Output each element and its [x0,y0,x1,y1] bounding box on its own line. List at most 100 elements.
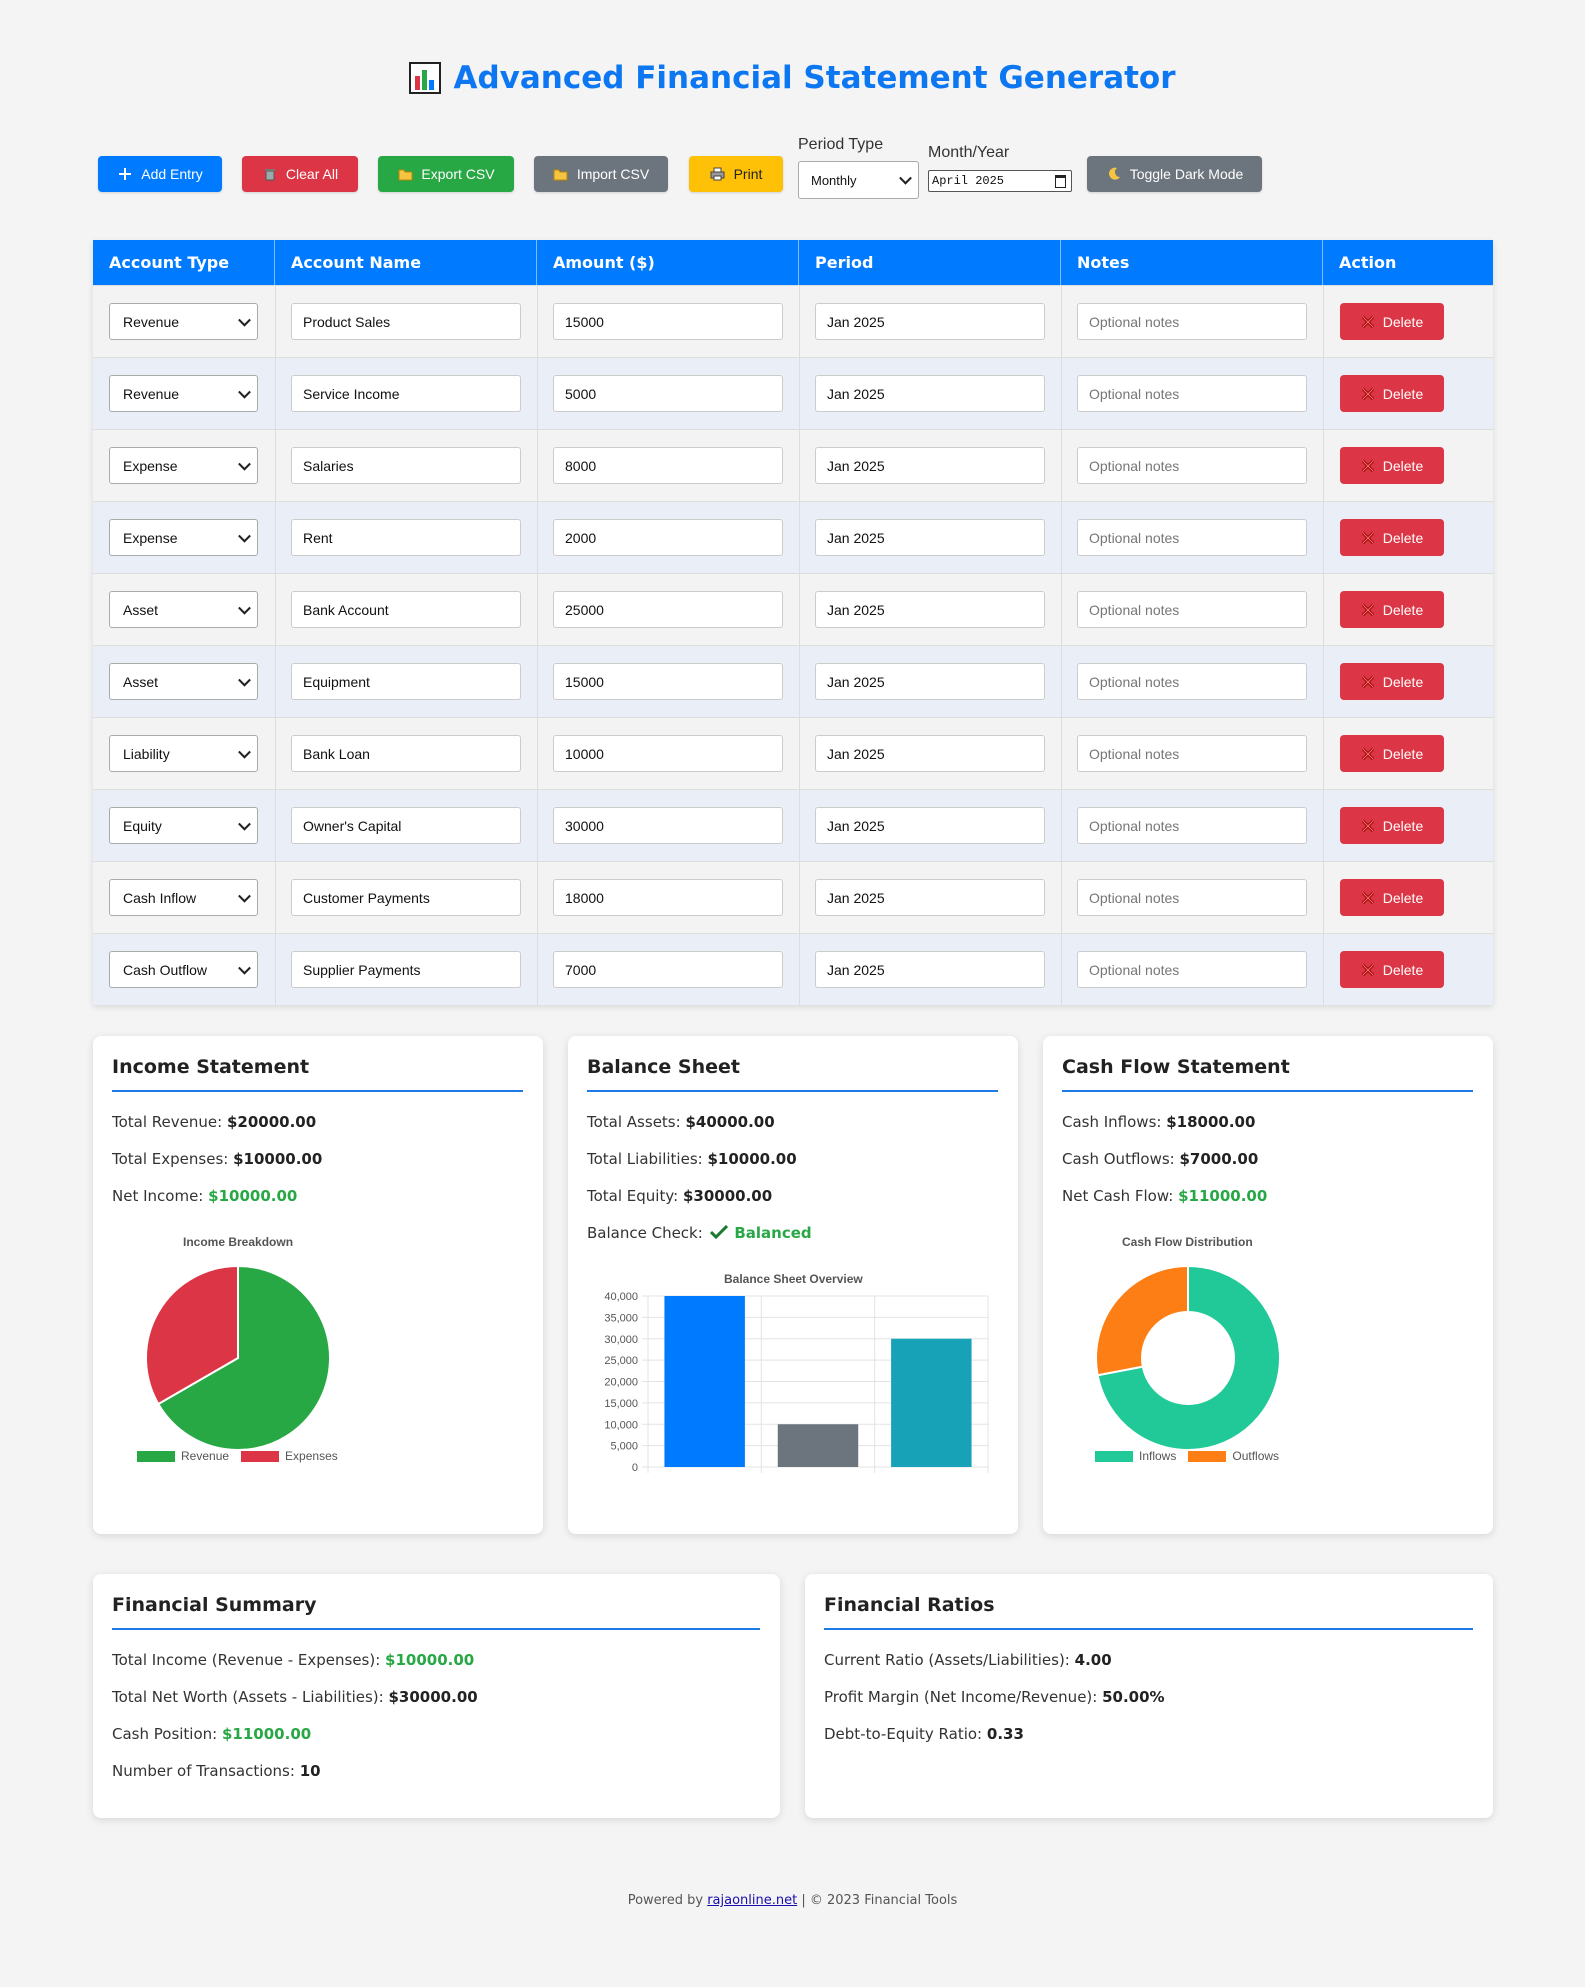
period-input[interactable]: Jan 2025 [815,663,1045,700]
account-name-input[interactable]: Customer Payments [291,879,521,916]
delete-button[interactable]: Delete [1340,663,1444,700]
account-name-input[interactable]: Equipment [291,663,521,700]
account-type-select[interactable]: Cash Inflow [109,879,258,916]
cross-icon [1361,747,1374,760]
account-name-input[interactable]: Owner's Capital [291,807,521,844]
delete-label: Delete [1382,529,1424,546]
footer-link[interactable]: rajaonline.net [707,1893,797,1908]
notes-input[interactable]: Optional notes [1077,303,1307,340]
amount-value: 8000 [565,457,597,474]
amount-input[interactable]: 25000 [553,591,783,628]
period-type-label: Period Type [798,136,884,153]
cell-divider [275,286,276,357]
y-tick-label: 40,000 [604,1291,638,1303]
cash-position: Cash Position: $11000.00 [112,1725,312,1743]
delete-button[interactable]: Delete [1340,735,1444,772]
account-name-input[interactable]: Bank Loan [291,735,521,772]
header-period: Period [799,240,1061,285]
period-input[interactable]: Jan 2025 [815,447,1045,484]
notes-input[interactable]: Optional notes [1077,591,1307,628]
amount-input[interactable]: 15000 [553,303,783,340]
period-input[interactable]: Jan 2025 [815,879,1045,916]
account-type-select[interactable]: Liability [109,735,258,772]
notes-input[interactable]: Optional notes [1077,663,1307,700]
account-type-value: Expense [123,529,178,546]
amount-input[interactable]: 8000 [553,447,783,484]
account-type-select[interactable]: Expense [109,447,258,484]
cell-divider [799,286,800,357]
notes-input[interactable]: Optional notes [1077,807,1307,844]
account-name-input[interactable]: Salaries [291,447,521,484]
notes-input[interactable]: Optional notes [1077,735,1307,772]
toggle-dark-mode-label: Toggle Dark Mode [1129,166,1244,182]
delete-button[interactable]: Delete [1340,375,1444,412]
period-type-select[interactable]: Monthly [798,161,919,199]
period-input[interactable]: Jan 2025 [815,807,1045,844]
amount-input[interactable]: 2000 [553,519,783,556]
delete-button[interactable]: Delete [1340,591,1444,628]
notes-input[interactable]: Optional notes [1077,951,1307,988]
account-name-input[interactable]: Supplier Payments [291,951,521,988]
notes-input[interactable]: Optional notes [1077,519,1307,556]
cell-divider [275,934,276,1005]
cell-divider [1061,718,1062,789]
period-input[interactable]: Jan 2025 [815,951,1045,988]
delete-button[interactable]: Delete [1340,807,1444,844]
cross-icon [1361,603,1374,616]
export-csv-button[interactable]: Export CSV [378,156,514,192]
account-type-select[interactable]: Cash Outflow [109,951,258,988]
delete-button[interactable]: Delete [1340,951,1444,988]
delete-button[interactable]: Delete [1340,447,1444,484]
delete-label: Delete [1382,673,1424,690]
amount-input[interactable]: 5000 [553,375,783,412]
account-type-select[interactable]: Expense [109,519,258,556]
amount-input[interactable]: 18000 [553,879,783,916]
page-title-text: Advanced Financial Statement Generator [453,60,1176,96]
toggle-dark-mode-button[interactable]: Toggle Dark Mode [1087,156,1262,192]
account-type-select[interactable]: Revenue [109,375,258,412]
delete-button[interactable]: Delete [1340,519,1444,556]
period-input[interactable]: Jan 2025 [815,591,1045,628]
delete-label: Delete [1382,385,1424,402]
print-button[interactable]: Print [689,156,783,192]
amount-input[interactable]: 15000 [553,663,783,700]
cell-divider [1323,502,1324,573]
notes-input[interactable]: Optional notes [1077,375,1307,412]
header-account-name: Account Name [275,240,537,285]
cell-divider [799,574,800,645]
amount-input[interactable]: 7000 [553,951,783,988]
period-input[interactable]: Jan 2025 [815,519,1045,556]
month-year-input[interactable]: April 2025 [928,170,1072,192]
amount-input[interactable]: 10000 [553,735,783,772]
cell-divider [1061,286,1062,357]
amount-input[interactable]: 30000 [553,807,783,844]
delete-button[interactable]: Delete [1340,303,1444,340]
account-type-select[interactable]: Revenue [109,303,258,340]
folder-icon [397,166,413,182]
account-name-input[interactable]: Service Income [291,375,521,412]
table-row: Expense Rent 2000 Jan 2025 Optional note… [93,501,1493,573]
account-type-select[interactable]: Asset [109,663,258,700]
net-cash-flow: Net Cash Flow: $11000.00 [1062,1187,1268,1205]
notes-placeholder: Optional notes [1089,601,1180,618]
account-name-input[interactable]: Product Sales [291,303,521,340]
total-equity: Total Equity: $30000.00 [587,1187,773,1205]
account-type-select[interactable]: Asset [109,591,258,628]
add-entry-button[interactable]: Add Entry [98,156,222,192]
moon-icon [1106,166,1122,182]
import-csv-button[interactable]: Import CSV [534,156,668,192]
clear-all-button[interactable]: Clear All [242,156,358,192]
cell-divider [1323,646,1324,717]
account-type-select[interactable]: Equity [109,807,258,844]
period-input[interactable]: Jan 2025 [815,375,1045,412]
cell-divider [799,646,800,717]
delete-label: Delete [1382,889,1424,906]
delete-button[interactable]: Delete [1340,879,1444,916]
period-input[interactable]: Jan 2025 [815,735,1045,772]
header-notes: Notes [1061,240,1323,285]
notes-input[interactable]: Optional notes [1077,879,1307,916]
period-input[interactable]: Jan 2025 [815,303,1045,340]
notes-input[interactable]: Optional notes [1077,447,1307,484]
account-name-input[interactable]: Rent [291,519,521,556]
account-name-input[interactable]: Bank Account [291,591,521,628]
